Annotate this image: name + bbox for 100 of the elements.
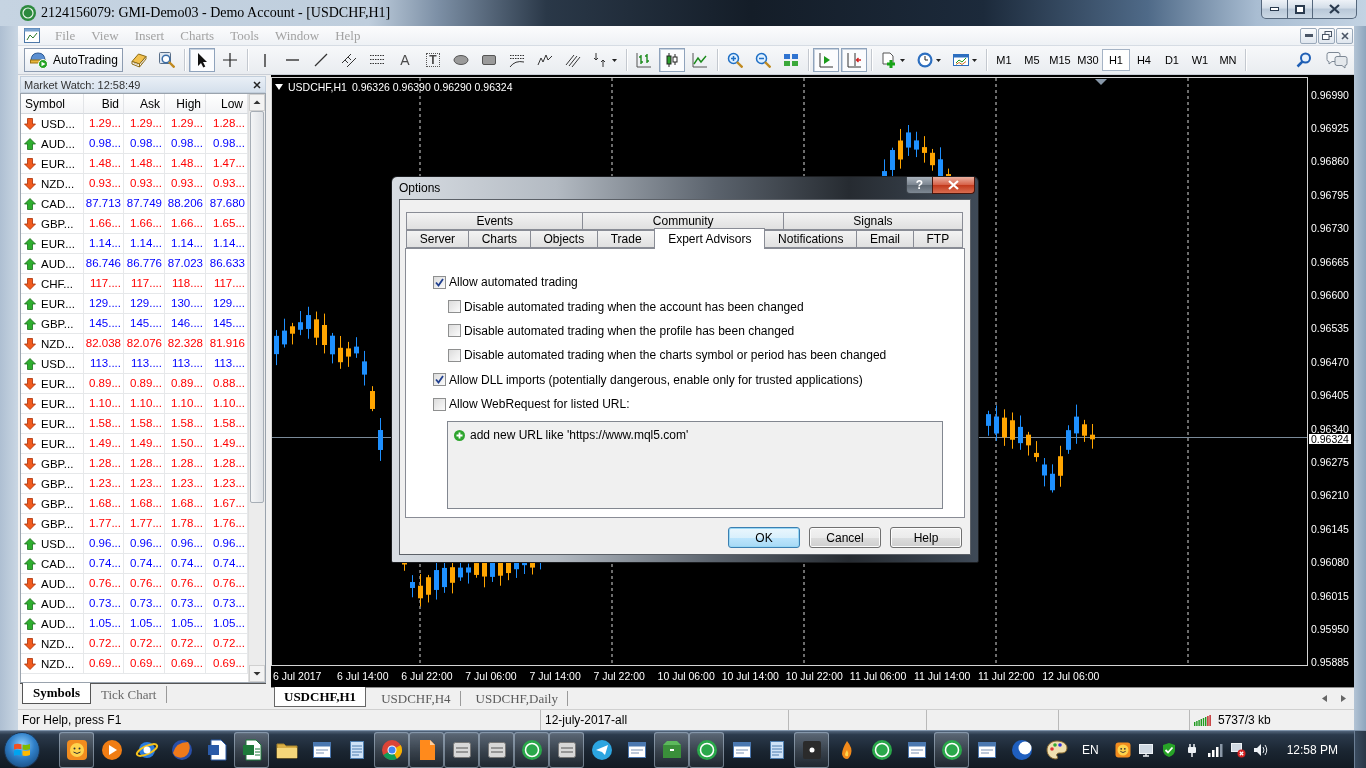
signal-bars-icon[interactable]	[1206, 741, 1223, 758]
minimize-button[interactable]	[1300, 27, 1317, 44]
tab[interactable]: Symbols	[22, 683, 91, 704]
taskbar-button[interactable]	[409, 731, 444, 768]
high-price: 1.14...	[165, 234, 206, 254]
close-icon[interactable]	[253, 80, 261, 89]
column-header[interactable]: High	[165, 94, 206, 114]
tab[interactable]: Email	[856, 230, 914, 248]
column-header[interactable]: Bid	[84, 94, 124, 114]
candlestick-button[interactable]	[658, 48, 685, 72]
tab[interactable]: Notifications	[764, 230, 858, 248]
scroll-left-icon[interactable]	[1322, 695, 1327, 702]
timeframe-button[interactable]: M30	[1073, 49, 1102, 71]
minimize-button[interactable]	[1261, 0, 1288, 19]
dialog-button[interactable]: Cancel	[809, 527, 881, 548]
taskbar-button[interactable]	[444, 731, 479, 768]
chart-quote: 0.96326 0.96390 0.96290 0.96324	[351, 81, 513, 93]
taskbar-button[interactable]	[549, 731, 584, 768]
column-header[interactable]: Symbol	[21, 94, 84, 114]
restore-button[interactable]	[1318, 27, 1335, 44]
ask-price: 86.776	[124, 254, 165, 274]
close-button[interactable]	[932, 177, 975, 194]
taskbar-button[interactable]	[59, 731, 94, 768]
dialog-button[interactable]: Help	[890, 527, 962, 548]
taskbar-button[interactable]	[374, 731, 409, 768]
checkbox[interactable]	[433, 275, 446, 289]
text-label-tool-button[interactable]: T	[419, 48, 446, 72]
symbol-name: EUR...	[41, 297, 75, 310]
column-header[interactable]: Low	[206, 94, 248, 114]
tab[interactable]: USDCHF,Daily	[466, 691, 568, 706]
taskbar-button[interactable]	[479, 731, 514, 768]
checkbox[interactable]	[448, 324, 461, 338]
tab[interactable]: Signals	[782, 212, 963, 230]
maximize-button[interactable]	[1287, 0, 1313, 19]
show-desktop-button[interactable]	[1354, 731, 1366, 768]
scrollbar-thumb[interactable]	[250, 111, 264, 503]
tab[interactable]: USDCHF,H4	[372, 691, 461, 706]
price-tick: 0.96990	[1311, 90, 1350, 100]
check-shield-icon[interactable]	[1160, 741, 1177, 758]
rising-candlestick	[1018, 414, 1023, 451]
tab[interactable]: USDCHF,H1	[274, 687, 367, 707]
taskbar-button[interactable]	[934, 731, 969, 768]
checkbox[interactable]	[433, 397, 446, 411]
timeframe-button[interactable]: M5	[1017, 49, 1046, 71]
timeframe-button[interactable]: MN	[1213, 49, 1242, 71]
zoom-in-icon	[726, 52, 743, 68]
high-price: 130....	[165, 294, 206, 314]
timeframe-button[interactable]: M15	[1045, 49, 1074, 71]
tab[interactable]: Server	[406, 230, 469, 248]
dialog-button[interactable]: OK	[728, 527, 800, 548]
symbol-name: EUR...	[41, 157, 75, 170]
monitor-icon[interactable]	[1137, 741, 1154, 758]
timeframe-button[interactable]: H4	[1129, 49, 1158, 71]
taskbar-button[interactable]	[514, 731, 549, 768]
taskbar-button[interactable]	[654, 731, 689, 768]
timeframe-button[interactable]: D1	[1157, 49, 1186, 71]
parallel-lines-icon	[340, 52, 357, 68]
start-button[interactable]	[4, 731, 40, 768]
autoscroll-button[interactable]	[812, 48, 839, 72]
tab[interactable]: Trade	[596, 230, 656, 248]
tab[interactable]: Events	[406, 212, 584, 230]
close-button[interactable]	[1312, 0, 1357, 19]
language-indicator[interactable]: EN	[1081, 742, 1099, 757]
high-price: 1.58...	[165, 414, 206, 434]
text-tool-button[interactable]: A	[391, 48, 418, 72]
tab[interactable]: Charts	[467, 230, 531, 248]
high-price: 1.68...	[165, 494, 206, 514]
scroll-right-icon[interactable]	[1341, 695, 1346, 702]
column-header[interactable]: Ask	[124, 94, 165, 114]
timeframe-button[interactable]: M1	[989, 49, 1018, 71]
cursor-arrow-button[interactable]	[188, 48, 215, 72]
taskbar-button[interactable]	[689, 731, 724, 768]
tab[interactable]: Community	[582, 212, 784, 230]
bid-price: 129....	[84, 294, 124, 314]
symbol-name: GBP...	[41, 477, 74, 490]
symbol-name: NZD...	[41, 177, 75, 190]
symbol-name: USD...	[41, 117, 75, 130]
checkbox[interactable]	[448, 300, 461, 314]
smiley-icon[interactable]	[1114, 741, 1131, 758]
timeframe-button[interactable]: H1	[1101, 49, 1130, 71]
clock[interactable]: 12:58 PM	[1286, 742, 1338, 757]
rising-candlestick	[938, 146, 943, 177]
falling-candlestick	[506, 562, 511, 581]
tab[interactable]: Expert Advisors	[654, 228, 766, 249]
autotrading-button[interactable]: AutoTrading	[24, 48, 123, 72]
taskbar-button[interactable]	[234, 731, 269, 768]
scrollbar[interactable]	[248, 94, 265, 682]
chat-icon[interactable]	[1326, 51, 1348, 69]
timeframe-button[interactable]: W1	[1185, 49, 1214, 71]
ask-price: 1.28...	[124, 454, 165, 474]
ask-price: 0.73...	[124, 594, 165, 614]
checkbox[interactable]	[433, 373, 446, 387]
close-button[interactable]	[1336, 27, 1353, 44]
network-error-icon[interactable]	[1229, 741, 1246, 758]
tab[interactable]: FTP	[912, 230, 963, 248]
chart-shift-button[interactable]	[840, 48, 867, 72]
checkbox[interactable]	[448, 348, 461, 362]
search-icon[interactable]	[1296, 52, 1312, 68]
tab[interactable]: Objects	[529, 230, 598, 248]
tab[interactable]: Tick Chart	[90, 686, 168, 703]
